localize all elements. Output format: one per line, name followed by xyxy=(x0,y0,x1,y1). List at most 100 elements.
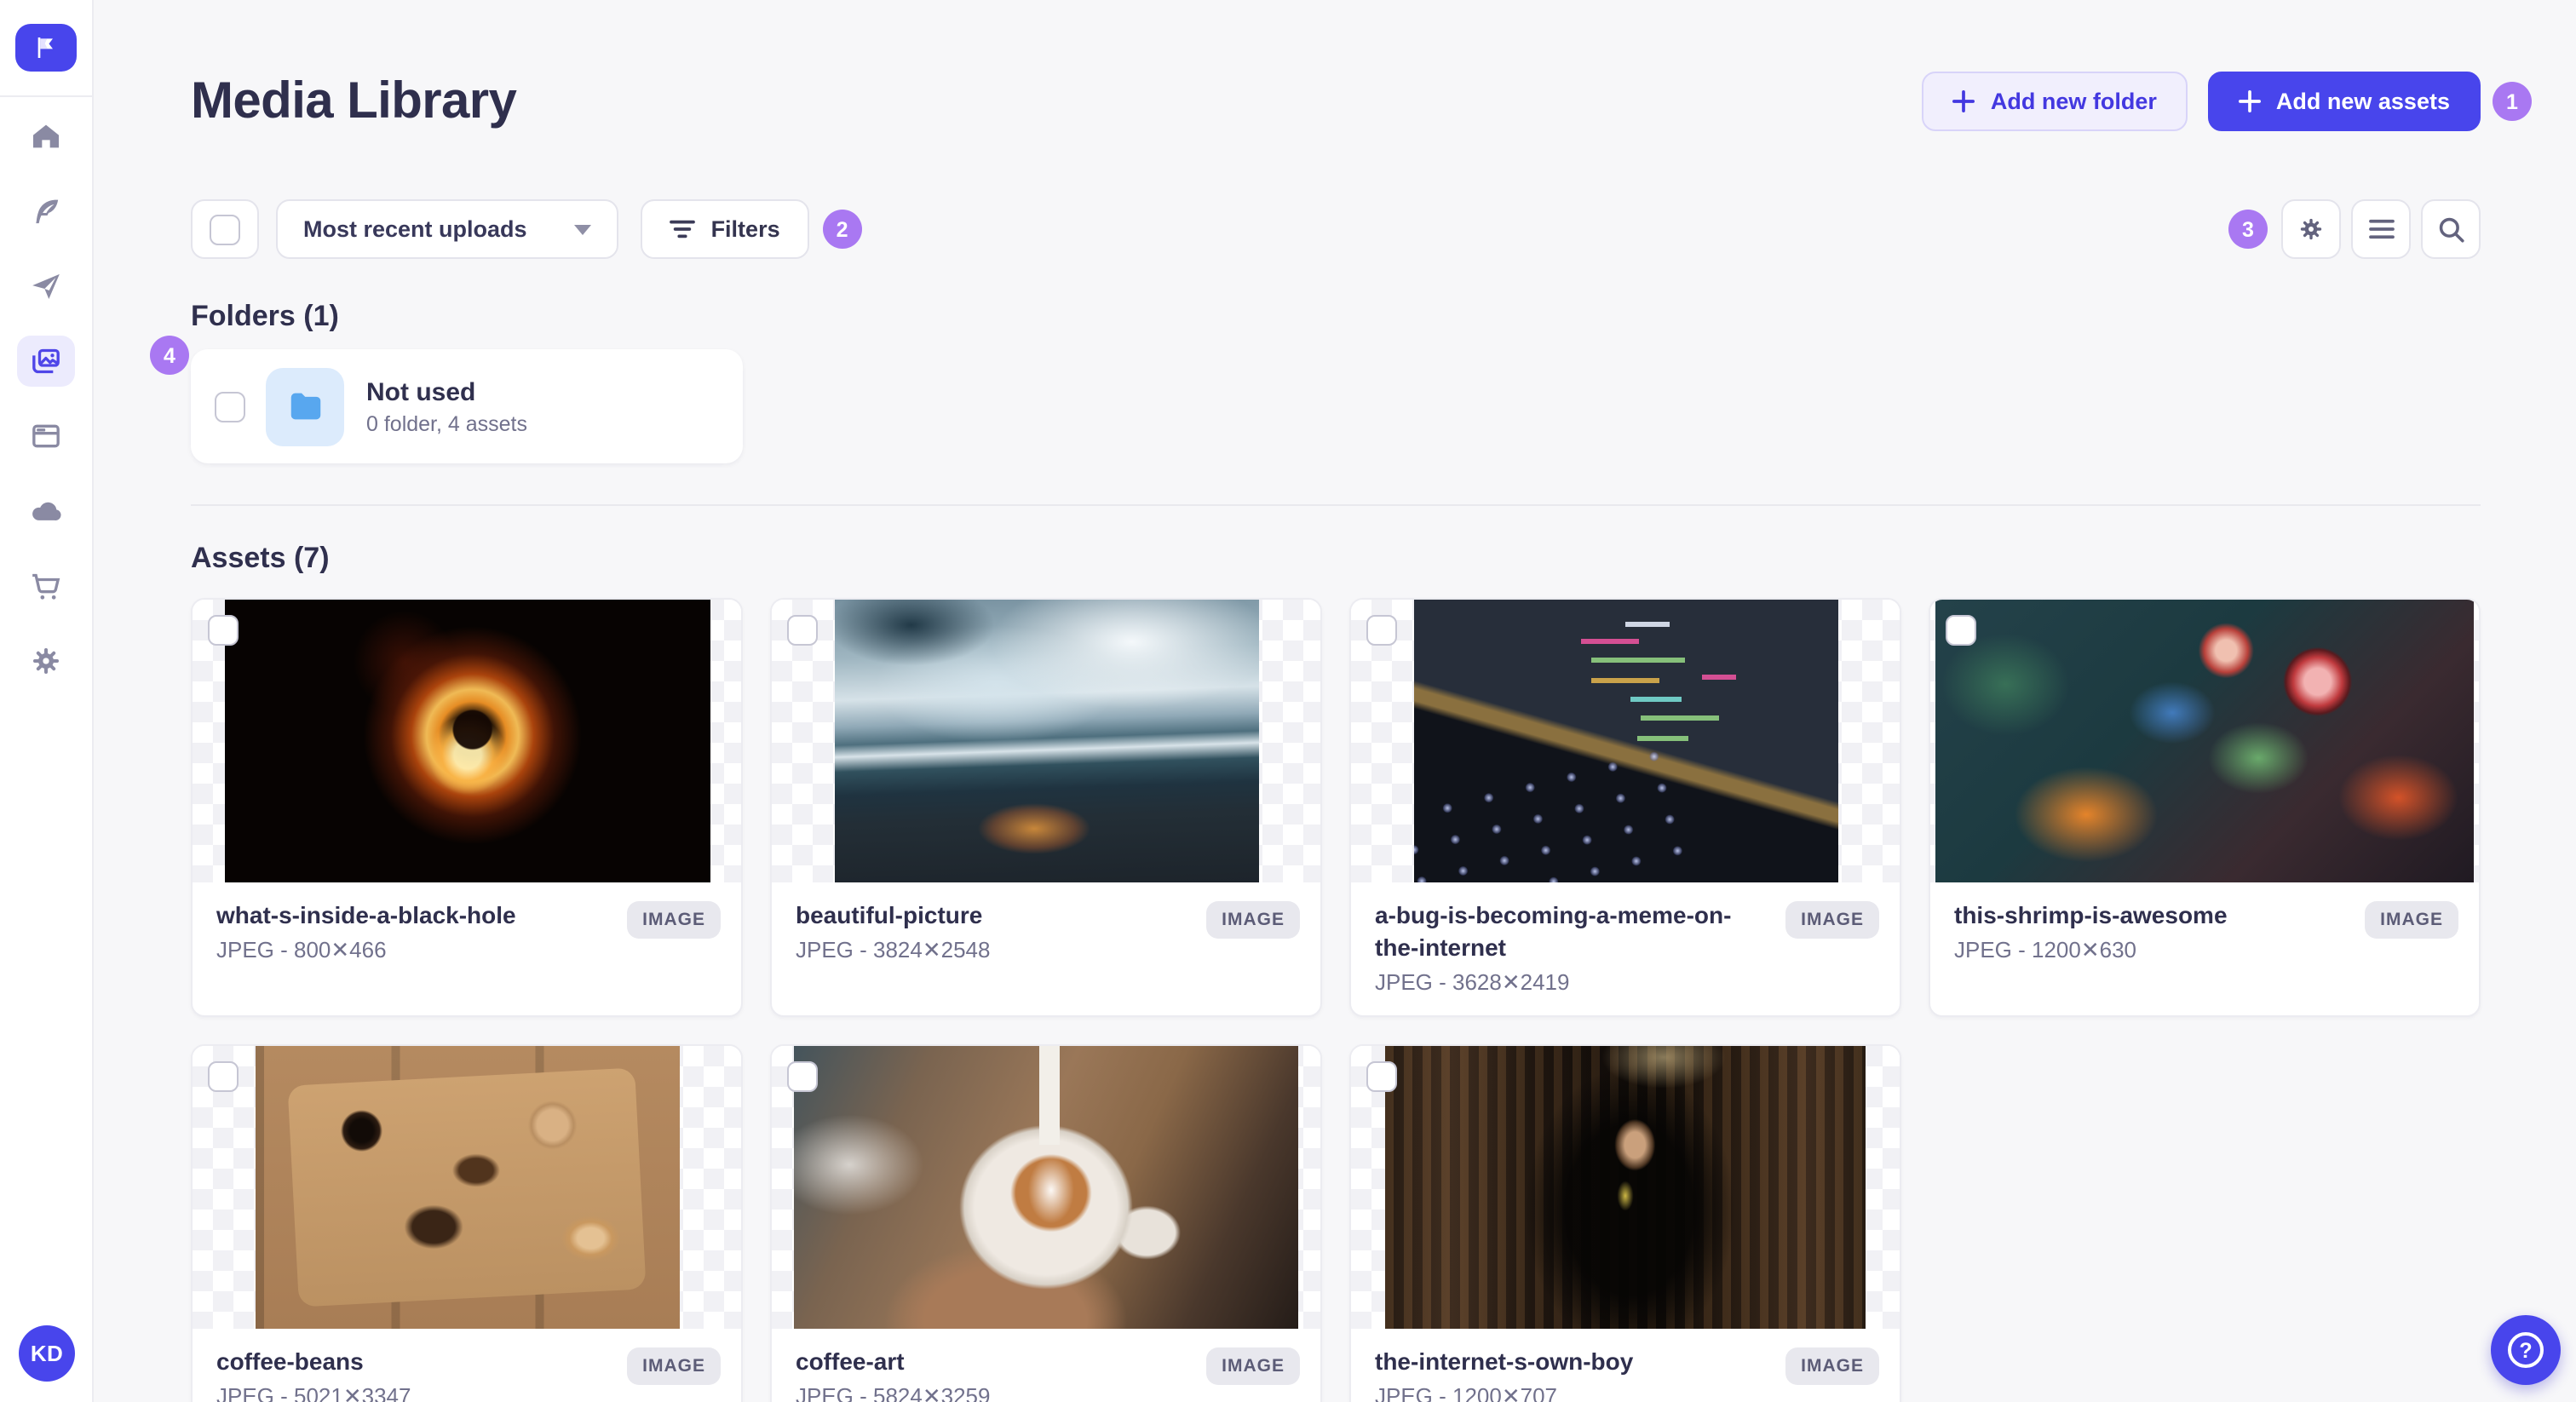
sidebar-item-settings[interactable] xyxy=(17,635,75,687)
asset-caption: coffee-art JPEG - 5824✕3259 IMAGE xyxy=(772,1329,1320,1402)
annotation-badge-4: 4 xyxy=(150,336,189,375)
assets-heading: Assets (7) xyxy=(191,542,330,574)
add-new-folder-button[interactable]: Add new folder xyxy=(1922,72,2188,131)
asset-title: beautiful-picture xyxy=(796,901,983,928)
folder-meta: 0 folder, 4 assets xyxy=(366,411,528,435)
thumbnail-mantis-shrimp xyxy=(1935,600,2474,882)
settings-gear-icon xyxy=(33,648,59,674)
folder-card[interactable]: Not used 0 folder, 4 assets xyxy=(191,349,743,463)
folder-checkbox[interactable] xyxy=(215,391,245,422)
sidebar-item-media-library[interactable] xyxy=(17,336,75,387)
sidebar-nav xyxy=(0,97,92,687)
asset-title: coffee-art xyxy=(796,1347,905,1375)
asset-title: this-shrimp-is-awesome xyxy=(1954,901,2228,928)
asset-card[interactable]: what-s-inside-a-black-hole JPEG - 800✕46… xyxy=(191,598,743,1017)
asset-card[interactable]: coffee-art JPEG - 5824✕3259 IMAGE xyxy=(770,1044,1322,1402)
asset-caption: a-bug-is-becoming-a-meme-on-the-internet… xyxy=(1351,882,1900,1015)
user-avatar[interactable]: KD xyxy=(19,1325,75,1382)
asset-type-badge: IMAGE xyxy=(627,901,721,939)
asset-checkbox[interactable] xyxy=(1366,615,1397,646)
asset-card[interactable]: beautiful-picture JPEG - 3824✕2548 IMAGE xyxy=(770,598,1322,1017)
asset-type-badge: IMAGE xyxy=(2365,901,2458,939)
paper-plane-icon xyxy=(32,273,60,299)
search-icon xyxy=(2438,216,2464,242)
folder-text: Not used 0 folder, 4 assets xyxy=(366,377,527,435)
select-all-checkbox[interactable] xyxy=(210,214,240,244)
asset-type-badge: IMAGE xyxy=(1785,1347,1879,1385)
page-title: Media Library xyxy=(191,72,517,129)
asset-meta: JPEG - 1200✕707 xyxy=(1375,1383,1558,1402)
question-mark-icon: ? xyxy=(2508,1332,2544,1368)
asset-card[interactable]: the-internet-s-own-boy JPEG - 1200✕707 I… xyxy=(1349,1044,1901,1402)
add-new-assets-label: Add new assets xyxy=(2275,89,2450,114)
asset-type-badge: IMAGE xyxy=(1785,901,1879,939)
layout-card-icon xyxy=(32,424,60,448)
home-icon xyxy=(33,124,59,148)
asset-type-badge: IMAGE xyxy=(1206,901,1300,939)
view-settings-button[interactable] xyxy=(2281,199,2341,259)
asset-meta: JPEG - 3628✕2419 xyxy=(1375,969,1570,995)
asset-card[interactable]: this-shrimp-is-awesome JPEG - 1200✕630 I… xyxy=(1929,598,2481,1017)
header-actions: Add new folder Add new assets 1 xyxy=(1922,72,2532,131)
folder-tile xyxy=(266,367,344,445)
annotation-badge-2: 2 xyxy=(822,210,862,249)
media-library-icon xyxy=(32,348,60,374)
asset-meta: JPEG - 800✕466 xyxy=(216,937,387,962)
chevron-down-icon xyxy=(574,224,592,234)
annotation-badge-1: 1 xyxy=(2493,82,2532,121)
asset-checkbox[interactable] xyxy=(208,1061,239,1092)
thumbnail-area xyxy=(772,1046,1320,1329)
sidebar-item-content[interactable] xyxy=(17,186,75,237)
sidebar-item-home[interactable] xyxy=(17,111,75,162)
thumbnail-area xyxy=(772,600,1320,882)
app-logo[interactable] xyxy=(15,24,77,72)
asset-caption: the-internet-s-own-boy JPEG - 1200✕707 I… xyxy=(1351,1329,1900,1402)
annotation-badge-3: 3 xyxy=(2228,210,2268,249)
add-new-assets-button[interactable]: Add new assets xyxy=(2207,72,2481,131)
asset-checkbox[interactable] xyxy=(1366,1061,1397,1092)
asset-checkbox[interactable] xyxy=(208,615,239,646)
thumbnail-boy-in-library xyxy=(1385,1046,1866,1329)
sidebar-item-storage[interactable] xyxy=(17,486,75,537)
asset-caption: coffee-beans JPEG - 5021✕3347 IMAGE xyxy=(193,1329,741,1402)
shopping-cart-icon xyxy=(32,573,60,600)
asset-checkbox[interactable] xyxy=(1946,615,1976,646)
thumbnail-area xyxy=(193,1046,741,1329)
asset-card[interactable]: a-bug-is-becoming-a-meme-on-the-internet… xyxy=(1349,598,1901,1017)
assets-grid: what-s-inside-a-black-hole JPEG - 800✕46… xyxy=(191,598,2481,1402)
thumbnail-coffee-beans-board xyxy=(255,1046,679,1329)
folders-heading: Folders (1) xyxy=(191,300,339,332)
filters-button[interactable]: Filters xyxy=(641,199,809,259)
asset-type-badge: IMAGE xyxy=(627,1347,721,1385)
folder-name: Not used xyxy=(366,377,476,406)
asset-checkbox[interactable] xyxy=(787,615,818,646)
asset-caption: what-s-inside-a-black-hole JPEG - 800✕46… xyxy=(193,882,741,1015)
sidebar-item-templates[interactable] xyxy=(17,411,75,462)
thumbnail-area xyxy=(1351,1046,1900,1329)
filters-label: Filters xyxy=(710,216,780,242)
help-button[interactable]: ? xyxy=(2491,1315,2561,1385)
asset-meta: JPEG - 3824✕2548 xyxy=(796,937,991,962)
thumbnail-area xyxy=(1351,600,1900,882)
thumbnail-area xyxy=(1930,600,2479,882)
sidebar-item-orders[interactable] xyxy=(17,560,75,612)
media-library-page: KD Media Library Add new folder Add new … xyxy=(0,0,2576,1402)
folders-section: 4 Folders (1) Not used 0 folder, 4 asset… xyxy=(150,300,2481,463)
main-content: Media Library Add new folder Add new ass… xyxy=(94,0,2576,1402)
filter-icon xyxy=(670,220,696,238)
sidebar-item-campaigns[interactable] xyxy=(17,261,75,312)
folder-icon xyxy=(290,393,320,420)
search-button[interactable] xyxy=(2421,199,2481,259)
asset-card[interactable]: coffee-beans JPEG - 5021✕3347 IMAGE xyxy=(191,1044,743,1402)
list-view-button[interactable] xyxy=(2351,199,2411,259)
asset-checkbox[interactable] xyxy=(787,1061,818,1092)
plus-icon xyxy=(1952,90,1975,112)
sort-dropdown[interactable]: Most recent uploads xyxy=(276,199,619,259)
toolbar: Most recent uploads Filters 2 3 xyxy=(191,199,2481,259)
asset-caption: beautiful-picture JPEG - 3824✕2548 IMAGE xyxy=(772,882,1320,1015)
flag-logo-icon xyxy=(37,37,53,58)
thumbnail-snowy-mountains xyxy=(834,600,1258,882)
asset-meta: JPEG - 1200✕630 xyxy=(1954,937,2137,962)
plus-icon xyxy=(2238,90,2261,112)
add-new-folder-label: Add new folder xyxy=(1990,89,2157,114)
